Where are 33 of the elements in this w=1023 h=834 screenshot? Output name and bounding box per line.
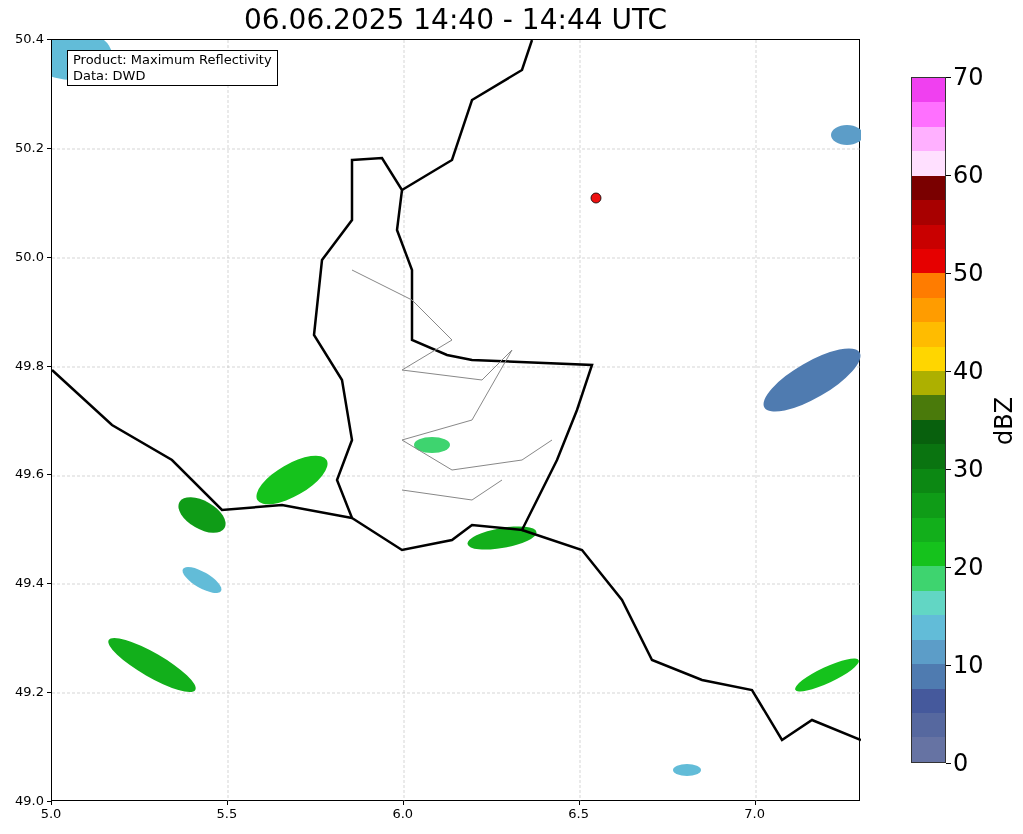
tick-mark: [946, 371, 951, 372]
colorbar-tick-label: 0: [953, 749, 969, 777]
x-tick-label: 5.5: [215, 806, 239, 822]
y-tick-label: 50.4: [14, 31, 44, 47]
y-tick-label: 50.0: [14, 248, 44, 265]
colorbar-tick-label: 20: [953, 553, 984, 581]
y-tick-label: 49.2: [14, 684, 44, 701]
colorbar-tick-label: 10: [953, 651, 984, 679]
y-tick-label: 49.6: [14, 466, 44, 483]
colorbar-tick-label: 40: [953, 357, 984, 385]
tick-mark: [946, 469, 951, 470]
tick-mark: [946, 77, 951, 78]
info-text: Data: DWD: [73, 68, 147, 84]
y-tick-label: 49.4: [14, 575, 44, 592]
colorbar-label: dBZ: [990, 397, 1018, 445]
tick-mark: [946, 175, 951, 176]
x-tick-label: 6.5: [567, 806, 591, 822]
x-tick-label: 5.0: [39, 806, 63, 822]
colorbar-tick-label: 60: [953, 161, 984, 189]
tick-mark: [946, 763, 951, 764]
x-tick-label: 6.0: [391, 806, 415, 822]
tick-mark: [946, 567, 951, 568]
x-tick-label: 7.0: [743, 806, 766, 822]
tick-mark: [946, 273, 951, 274]
colorbar-tick-label: 30: [953, 455, 984, 483]
y-tick-label: 50.2: [14, 139, 44, 156]
tick-mark: [946, 665, 951, 666]
chart-title: 06.06.2025 14:40 - 14:44 UTC: [243, 2, 668, 38]
info-text: Product: Maximum Reflectivity: [73, 52, 272, 68]
colorbar-tick-label: 70: [953, 63, 984, 91]
colorbar-tick-label: 50: [953, 259, 984, 287]
y-tick-label: 49.0: [14, 793, 44, 809]
y-tick-label: 49.8: [14, 357, 44, 374]
